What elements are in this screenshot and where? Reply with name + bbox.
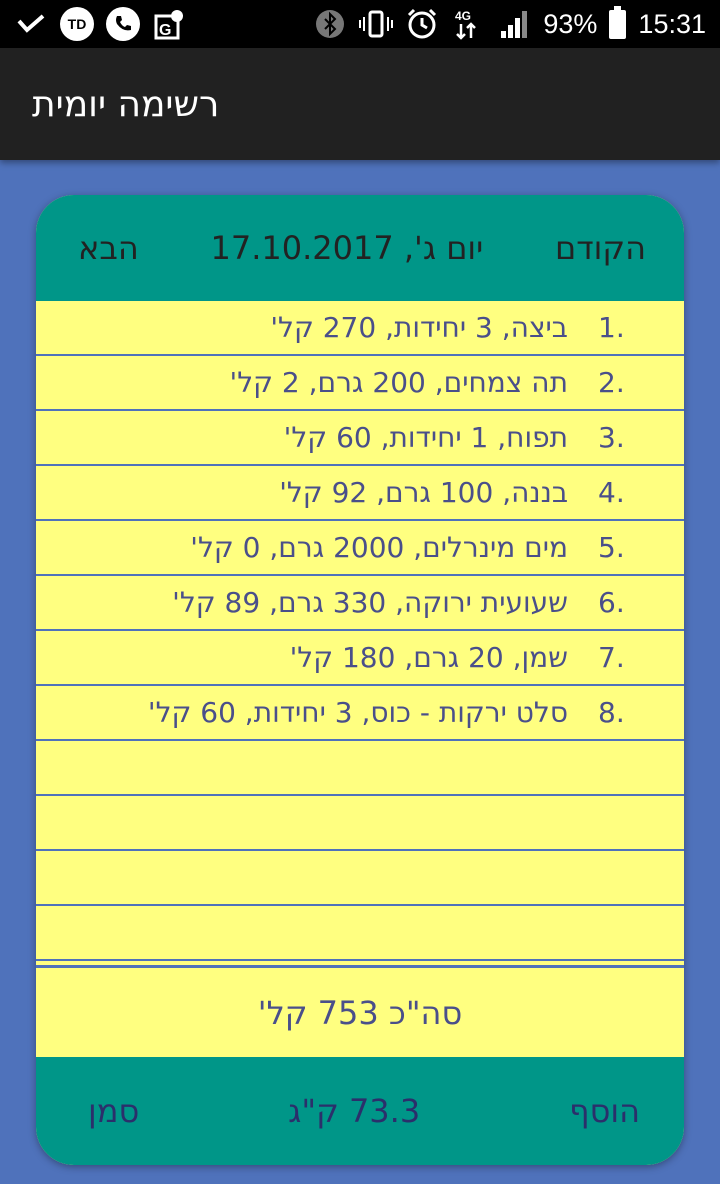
status-left-icons: TD G <box>14 7 186 41</box>
app-bar: רשימה יומית <box>0 48 720 160</box>
item-text: ביצה, 3 יחידות, 270 קל' <box>270 311 568 344</box>
list-item[interactable]: 7. שמן, 20 גרם, 180 קל' <box>36 631 684 686</box>
next-day-button[interactable]: הבא <box>78 229 139 267</box>
alarm-icon <box>405 7 439 41</box>
signal-icon <box>497 7 531 41</box>
food-list: 1. ביצה, 3 יחידות, 270 קל' 2. תה צמחים, 20… <box>36 301 684 961</box>
list-item[interactable]: 1. ביצה, 3 יחידות, 270 קל' <box>36 301 684 356</box>
item-number: 6. <box>598 586 625 619</box>
empty-list-item[interactable] <box>36 741 684 796</box>
item-text: שעועית ירוקה, 330 גרם, 89 קל' <box>172 586 568 619</box>
check-icon <box>14 7 48 41</box>
phone-icon <box>106 7 140 41</box>
item-number: 8. <box>598 696 625 729</box>
calorie-total: סה"כ 753 קל' <box>36 965 684 1057</box>
empty-list-item[interactable] <box>36 851 684 906</box>
add-button[interactable]: הוסף <box>569 1092 640 1130</box>
vibrate-icon <box>359 7 394 41</box>
weight-value[interactable]: 73.3 ק"ג <box>288 1092 420 1130</box>
list-item[interactable]: 3. תפוח, 1 יחידות, 60 קל' <box>36 411 684 466</box>
list-item[interactable]: 6. שעועית ירוקה, 330 גרם, 89 קל' <box>36 576 684 631</box>
item-text: סלט ירקות - כוס, 3 יחידות, 60 קל' <box>147 696 568 729</box>
battery-percent: 93% <box>543 8 598 39</box>
empty-list-item[interactable] <box>36 906 684 961</box>
item-number: 4. <box>598 476 625 509</box>
svg-text:G: G <box>159 22 171 39</box>
item-number: 2. <box>598 366 625 399</box>
bluetooth-icon <box>313 7 347 41</box>
list-item[interactable]: 2. תה צמחים, 200 גרם, 2 קל' <box>36 356 684 411</box>
item-text: מים מינרלים, 2000 גרם, 0 קל' <box>190 531 568 564</box>
td-app-icon: TD <box>60 7 94 41</box>
item-text: תפוח, 1 יחידות, 60 קל' <box>283 421 568 454</box>
app-title: רשימה יומית <box>32 83 220 125</box>
list-item[interactable]: 4. בננה, 100 גרם, 92 קל' <box>36 466 684 521</box>
previous-day-button[interactable]: הקודם <box>555 229 646 267</box>
network-4g-icon: 4G <box>451 7 485 41</box>
status-right-icons: 4G 93% 15:31 <box>313 5 706 41</box>
list-item[interactable]: 8. סלט ירקות - כוס, 3 יחידות, 60 קל' <box>36 686 684 741</box>
list-item[interactable]: 5. מים מינרלים, 2000 גרם, 0 קל' <box>36 521 684 576</box>
mark-button[interactable]: סמן <box>88 1092 139 1130</box>
daily-list-card: הבא יום ג', 17.10.2017 הקודם 1. ביצה, 3 י… <box>36 195 684 1165</box>
calorie-total-label: סה"כ 753 קל' <box>257 993 463 1032</box>
date-navigation: הבא יום ג', 17.10.2017 הקודם <box>36 195 684 301</box>
item-number: 1. <box>598 311 625 344</box>
battery-icon <box>609 5 627 39</box>
item-number: 5. <box>598 531 625 564</box>
item-text: תה צמחים, 200 גרם, 2 קל' <box>229 366 568 399</box>
item-text: שמן, 20 גרם, 180 קל' <box>289 641 568 674</box>
status-bar: TD G 4G 93% 15:31 <box>0 0 720 48</box>
current-date: יום ג', 17.10.2017 <box>210 229 484 267</box>
clock: 15:31 <box>638 8 706 39</box>
card-footer: סמן 73.3 ק"ג הוסף <box>36 1057 684 1165</box>
empty-list-item[interactable] <box>36 796 684 851</box>
svg-text:4G: 4G <box>455 9 471 23</box>
g-maps-icon: G <box>152 7 186 41</box>
item-text: בננה, 100 גרם, 92 קל' <box>279 476 568 509</box>
item-number: 3. <box>598 421 625 454</box>
item-number: 7. <box>598 641 625 674</box>
